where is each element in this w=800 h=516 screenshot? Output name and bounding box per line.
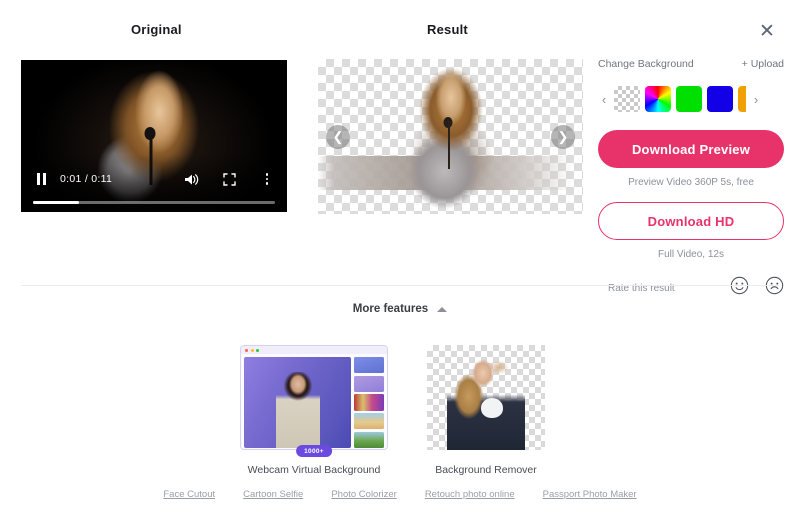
bg-thumb-4[interactable] [354, 413, 384, 430]
page-title-result: Result [427, 22, 468, 37]
pause-icon[interactable] [33, 171, 49, 187]
preview-caption: Preview Video 360P 5s, free [628, 177, 754, 188]
feature-card-list: 1000+ Webcam Virtual Background Backgrou… [0, 345, 800, 476]
swatch-transparent[interactable] [614, 86, 640, 112]
fullscreen-icon[interactable] [221, 171, 237, 187]
webcam-thumbnail-wrap: 1000+ [240, 345, 388, 457]
volume-icon[interactable] [183, 171, 199, 187]
upload-button[interactable]: + Upload [742, 58, 784, 70]
video-progress-track[interactable] [33, 200, 275, 204]
person-cutout [447, 354, 525, 450]
bg-thumb-2[interactable] [354, 375, 384, 392]
chevron-right-icon[interactable]: › [750, 92, 762, 107]
chevron-right-icon[interactable]: ❯ [551, 124, 575, 149]
change-background-header: Change Background + Upload [598, 58, 784, 70]
app-root: ✕ Original Result 0:01 / 0:11 ❮ ❯ Change… [0, 0, 800, 516]
video-time-label: 0:01 / 0:11 [60, 173, 113, 185]
result-image-preview: ❮ ❯ [318, 59, 583, 214]
swatch-rainbow[interactable] [645, 86, 671, 112]
footer-link-passport-photo[interactable]: Passport Photo Maker [543, 489, 637, 500]
download-hd-button[interactable]: Download HD [598, 202, 784, 240]
feature-card-label: Webcam Virtual Background [247, 464, 381, 476]
rating-row: Rate this result [598, 276, 784, 300]
chevron-up-icon [437, 306, 448, 312]
swatch-blue[interactable] [707, 86, 733, 112]
bg-thumb-5[interactable] [354, 431, 384, 449]
close-icon[interactable]: ✕ [754, 18, 780, 44]
original-video-player[interactable]: 0:01 / 0:11 [21, 60, 287, 212]
result-subject-cutout [394, 65, 507, 213]
bg-thumb-1[interactable] [354, 357, 384, 374]
footer-link-retouch-photo[interactable]: Retouch photo online [425, 489, 515, 500]
footer-link-cartoon-selfie[interactable]: Cartoon Selfie [243, 489, 303, 500]
webcam-thumbnail [240, 345, 388, 450]
traffic-light-red [245, 348, 248, 352]
download-preview-button[interactable]: Download Preview [598, 130, 784, 168]
swatch-orange[interactable] [738, 86, 746, 112]
count-badge: 1000+ [296, 445, 332, 457]
more-features-toggle[interactable]: More features [0, 303, 800, 315]
microphone-shape [443, 116, 453, 128]
footer-link-photo-colorizer[interactable]: Photo Colorizer [331, 489, 396, 500]
kebab-menu-icon[interactable] [259, 171, 275, 187]
footer-link-face-cutout[interactable]: Face Cutout [163, 489, 215, 500]
more-features-label: More features [352, 303, 429, 315]
section-divider [21, 285, 779, 286]
background-remover-thumbnail [427, 345, 545, 450]
video-progress-fill [33, 200, 79, 204]
video-controls-bar: 0:01 / 0:11 [21, 166, 287, 212]
change-background-label: Change Background [598, 58, 694, 70]
background-swatch-list [614, 86, 746, 112]
video-control-row: 0:01 / 0:11 [21, 166, 287, 192]
footer-link-list: Face Cutout Cartoon Selfie Photo Coloriz… [0, 489, 800, 500]
window-titlebar [241, 346, 387, 354]
chevron-left-icon[interactable]: ‹ [598, 92, 610, 107]
webcam-body [241, 354, 387, 449]
swatch-green[interactable] [676, 86, 702, 112]
traffic-light-green [256, 348, 259, 352]
background-thumbnail-strip [354, 357, 384, 449]
hd-caption: Full Video, 12s [658, 249, 724, 260]
bg-thumb-3[interactable] [354, 394, 384, 411]
feature-card-label: Background Remover [435, 464, 537, 476]
settings-sidebar: Change Background + Upload ‹ › Download … [598, 58, 784, 300]
webcam-main-preview [244, 357, 351, 448]
feature-card-webcam[interactable]: 1000+ Webcam Virtual Background [240, 345, 388, 476]
microphone-shape [144, 126, 156, 140]
person-silhouette [275, 372, 320, 448]
smiley-sad-icon[interactable] [765, 276, 784, 300]
chevron-left-icon[interactable]: ❮ [326, 124, 350, 149]
feature-card-bg-remover[interactable]: Background Remover [412, 345, 560, 476]
video-progress-container[interactable] [21, 192, 287, 212]
page-title-original: Original [131, 22, 182, 37]
traffic-light-yellow [250, 348, 254, 352]
background-swatch-row: ‹ › [598, 86, 784, 112]
smiley-happy-icon[interactable] [730, 276, 749, 300]
